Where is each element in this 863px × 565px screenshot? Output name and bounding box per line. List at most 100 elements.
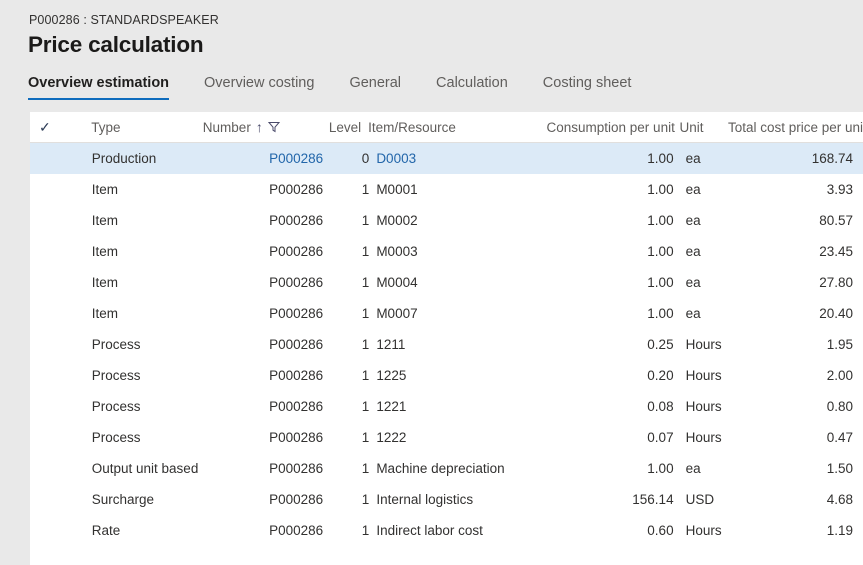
cell-item-resource: 1225 [376, 368, 559, 383]
cell-type-text: Item [91, 182, 119, 197]
tab-calculation[interactable]: Calculation [436, 74, 508, 102]
cell-total-cost-price-per-unit: 2.00 [735, 368, 863, 383]
column-header-type[interactable]: Type [58, 120, 203, 135]
cell-type: Process [59, 399, 207, 414]
table-row[interactable]: Rate P000286 1 Indirect labor cost 0.60 Hours… [30, 515, 863, 546]
cell-number: P000286 [207, 492, 325, 507]
table-row[interactable]: Item P000286 1 M0002 1.00 ea 80.57 [30, 205, 863, 236]
cell-unit-text: ea [685, 151, 701, 166]
cell-consumption-per-unit: 0.08 [560, 399, 678, 414]
cell-number[interactable]: P000286 [207, 151, 325, 166]
cell-level: 0 [324, 151, 376, 166]
cell-number-text: P000286 [269, 461, 324, 476]
cell-consumption-per-unit-text: 156.14 [632, 492, 674, 507]
cell-number-text: P000286 [269, 306, 324, 321]
table-row[interactable]: Item P000286 1 M0004 1.00 ea 27.80 [30, 267, 863, 298]
table-row[interactable]: Production P000286 0 D0003 1.00 ea 168.74 [30, 143, 863, 174]
cell-total-cost-price-per-unit-text: 80.57 [819, 213, 854, 228]
cell-level: 1 [324, 523, 376, 538]
cell-item-resource: 1222 [376, 430, 559, 445]
table-row[interactable]: Process P000286 1 1211 0.25 Hours 1.95 [30, 329, 863, 360]
table-row[interactable]: Item P000286 1 M0001 1.00 ea 3.93 [30, 174, 863, 205]
cell-level-text: 1 [361, 182, 370, 197]
column-header-unit[interactable]: Unit [672, 120, 728, 135]
cell-level: 1 [324, 213, 376, 228]
column-header-number-label: Number [202, 119, 251, 135]
tab-overview-costing[interactable]: Overview costing [204, 74, 314, 102]
filter-funnel-icon[interactable] [267, 121, 280, 133]
cell-item-resource-text: M0004 [376, 275, 418, 290]
column-header-total-cost-price-per-unit[interactable]: Total cost price per unit [728, 120, 863, 135]
cell-level: 1 [324, 461, 376, 476]
cell-total-cost-price-per-unit: 3.93 [735, 182, 863, 197]
cell-type-text: Item [91, 306, 119, 321]
column-header-consumption-per-unit[interactable]: Consumption per unit [547, 120, 675, 135]
cell-number-text: P000286 [269, 399, 324, 414]
cell-number: P000286 [207, 461, 325, 476]
cell-item-resource: Indirect labor cost [376, 523, 559, 538]
table-row[interactable]: Process P000286 1 1222 0.07 Hours 0.47 [30, 422, 863, 453]
cell-unit: ea [678, 151, 736, 166]
cell-number: P000286 [207, 213, 325, 228]
cell-consumption-per-unit-text: 1.00 [647, 461, 674, 476]
cell-type-text: Rate [91, 523, 121, 538]
cell-consumption-per-unit-text: 1.00 [647, 151, 674, 166]
grid-header-row: ✓ Type Number ↑ Level Item/Resource Cons… [30, 112, 863, 143]
tab-costing-sheet[interactable]: Costing sheet [543, 74, 632, 102]
select-all-cell[interactable]: ✓ [30, 120, 58, 135]
cell-unit: ea [678, 461, 736, 476]
cell-item-resource-text: M0003 [376, 244, 418, 259]
cell-number-text: P000286 [269, 244, 324, 259]
cell-number-text[interactable]: P000286 [269, 151, 323, 166]
cell-unit: ea [678, 275, 736, 290]
cell-unit: ea [678, 306, 736, 321]
table-row[interactable]: Process P000286 1 1221 0.08 Hours 0.80 [30, 391, 863, 422]
cell-unit-text: ea [685, 275, 701, 290]
table-row[interactable]: Process P000286 1 1225 0.20 Hours 2.00 [30, 360, 863, 391]
cell-item-resource: 1221 [376, 399, 559, 414]
sort-ascending-icon[interactable]: ↑ [256, 120, 263, 134]
cell-type-text: Process [91, 430, 141, 445]
cell-total-cost-price-per-unit: 4.68 [735, 492, 863, 507]
cell-level-text: 1 [361, 306, 370, 321]
cell-type-text: Production [91, 151, 157, 166]
cell-consumption-per-unit: 1.00 [560, 306, 678, 321]
column-header-level[interactable]: Level [317, 120, 368, 135]
table-row[interactable]: Item P000286 1 M0003 1.00 ea 23.45 [30, 236, 863, 267]
cell-number-text: P000286 [269, 213, 324, 228]
cell-unit-text: Hours [685, 337, 722, 352]
tab-overview-estimation[interactable]: Overview estimation [28, 74, 170, 102]
cell-unit: Hours [678, 523, 736, 538]
cell-consumption-per-unit-text: 0.25 [647, 337, 674, 352]
cell-number-text: P000286 [269, 275, 324, 290]
cell-number-text: P000286 [269, 523, 324, 538]
cell-total-cost-price-per-unit-text: 1.50 [826, 461, 854, 476]
column-header-number[interactable]: Number ↑ [203, 120, 317, 135]
cell-consumption-per-unit-text: 1.00 [647, 182, 674, 197]
cell-item-resource: M0003 [376, 244, 559, 259]
cell-level: 1 [324, 182, 376, 197]
cell-type-text: Item [91, 213, 119, 228]
cell-type-text: Surcharge [91, 492, 155, 507]
cell-total-cost-price-per-unit-text: 168.74 [811, 151, 854, 166]
cell-total-cost-price-per-unit-text: 3.93 [826, 182, 854, 197]
table-row[interactable]: Output unit based P000286 1 Machine depreci… [30, 453, 863, 484]
cell-level-text: 1 [361, 492, 370, 507]
checkmark-icon[interactable]: ✓ [39, 119, 51, 135]
cell-item-resource-text: 1211 [376, 337, 406, 352]
cell-level-text: 1 [361, 244, 370, 259]
cell-level-text: 1 [361, 275, 370, 290]
table-row[interactable]: Item P000286 1 M0007 1.00 ea 20.40 [30, 298, 863, 329]
cell-unit: Hours [678, 399, 736, 414]
cell-item-resource-text[interactable]: D0003 [376, 151, 416, 166]
cell-unit-text: ea [685, 244, 701, 259]
cell-number-text: P000286 [269, 368, 324, 383]
column-header-item-resource[interactable]: Item/Resource [368, 120, 546, 135]
cell-item-resource-text: 1225 [376, 368, 407, 383]
table-row[interactable]: Surcharge P000286 1 Internal logistics 156.1… [30, 484, 863, 515]
cell-unit-text: ea [685, 182, 701, 197]
tab-general[interactable]: General [349, 74, 401, 102]
cell-total-cost-price-per-unit-text: 20.40 [819, 306, 854, 321]
cell-total-cost-price-per-unit: 168.74 [735, 151, 863, 166]
cell-item-resource[interactable]: D0003 [376, 151, 559, 166]
